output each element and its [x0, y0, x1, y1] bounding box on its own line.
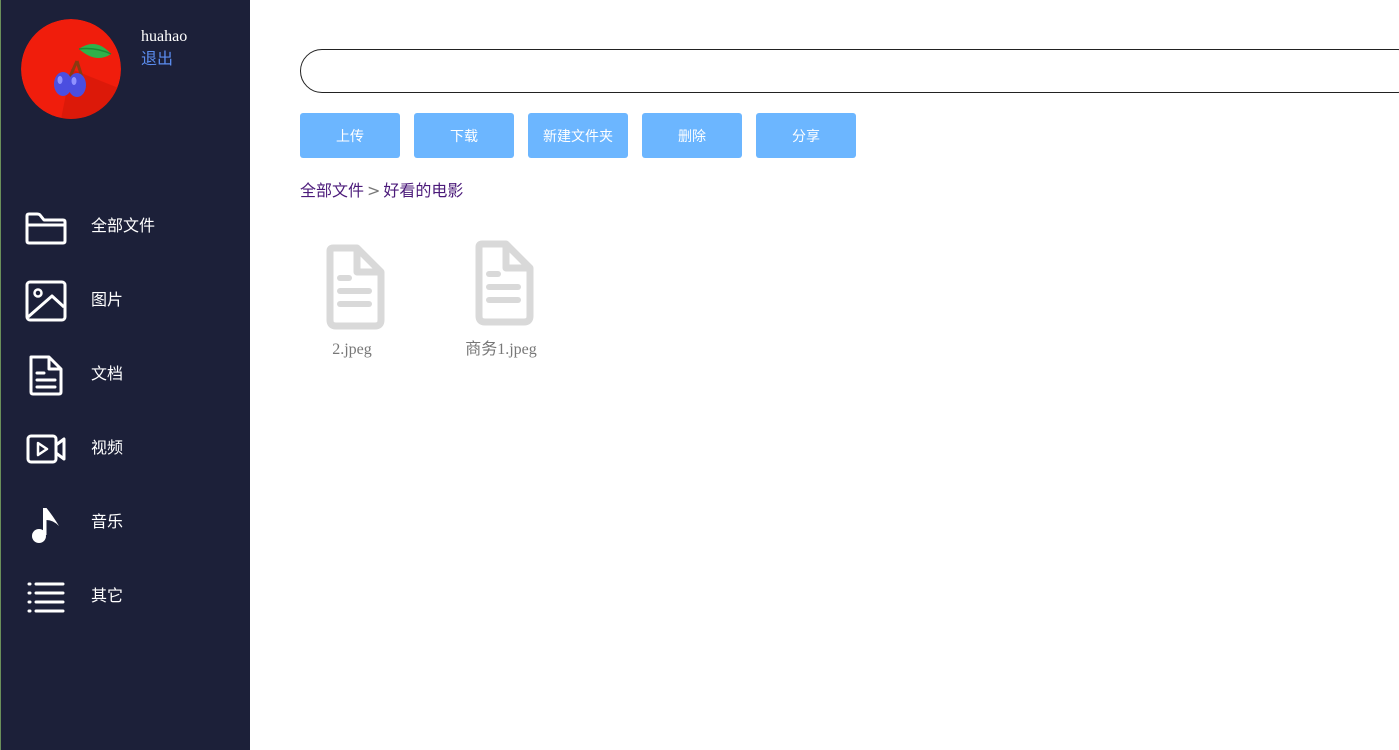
file-name: 商务1.jpeg: [465, 341, 537, 358]
sidebar-item-documents[interactable]: 文档: [1, 344, 251, 404]
avatar[interactable]: [21, 19, 121, 119]
file-icon: [326, 244, 385, 330]
image-icon: [25, 280, 67, 322]
sidebar-item-label: 其它: [91, 586, 124, 605]
sidebar-item-label: 文档: [91, 364, 124, 383]
file-item[interactable]: 2.jpeg: [301, 240, 411, 370]
sidebar-item-images[interactable]: 图片: [1, 270, 251, 330]
logout-link[interactable]: 退出: [141, 51, 173, 69]
folder-icon: [25, 212, 67, 245]
sidebar-item-other[interactable]: 其它: [1, 566, 251, 626]
music-icon: [32, 508, 59, 543]
sidebar-item-all-files[interactable]: 全部文件: [1, 196, 251, 256]
username: huahao: [141, 28, 188, 45]
new-folder-button[interactable]: 新建文件夹: [528, 113, 628, 158]
sidebar-item-music[interactable]: 音乐: [1, 492, 251, 552]
breadcrumb: 全部文件 > 好看的电影: [300, 181, 463, 201]
document-icon: [29, 355, 63, 396]
sidebar: huahao 退出 全部文件 图片 文档 视频 音乐 其它: [0, 0, 250, 750]
file-item[interactable]: 商务1.jpeg: [450, 236, 560, 366]
breadcrumb-item-all-files[interactable]: 全部文件: [300, 181, 364, 200]
sidebar-item-label: 图片: [91, 290, 124, 309]
sidebar-item-video[interactable]: 视频: [1, 418, 251, 478]
share-button[interactable]: 分享: [756, 113, 856, 158]
file-icon: [475, 240, 534, 326]
sidebar-item-label: 音乐: [91, 512, 124, 531]
breadcrumb-separator: >: [367, 181, 381, 200]
download-button[interactable]: 下载: [414, 113, 514, 158]
list-icon: [27, 582, 65, 613]
file-name: 2.jpeg: [332, 341, 372, 358]
app-root: huahao 退出 全部文件 图片 文档 视频 音乐 其它 上传 下载 新建文件…: [0, 0, 1399, 750]
cherry-logo-icon: [21, 19, 121, 119]
search-input[interactable]: [300, 49, 1399, 93]
video-icon: [26, 434, 66, 464]
upload-button[interactable]: 上传: [300, 113, 400, 158]
delete-button[interactable]: 删除: [642, 113, 742, 158]
breadcrumb-item-current-folder[interactable]: 好看的电影: [383, 181, 463, 200]
sidebar-item-label: 视频: [91, 438, 124, 457]
sidebar-item-label: 全部文件: [91, 216, 156, 235]
